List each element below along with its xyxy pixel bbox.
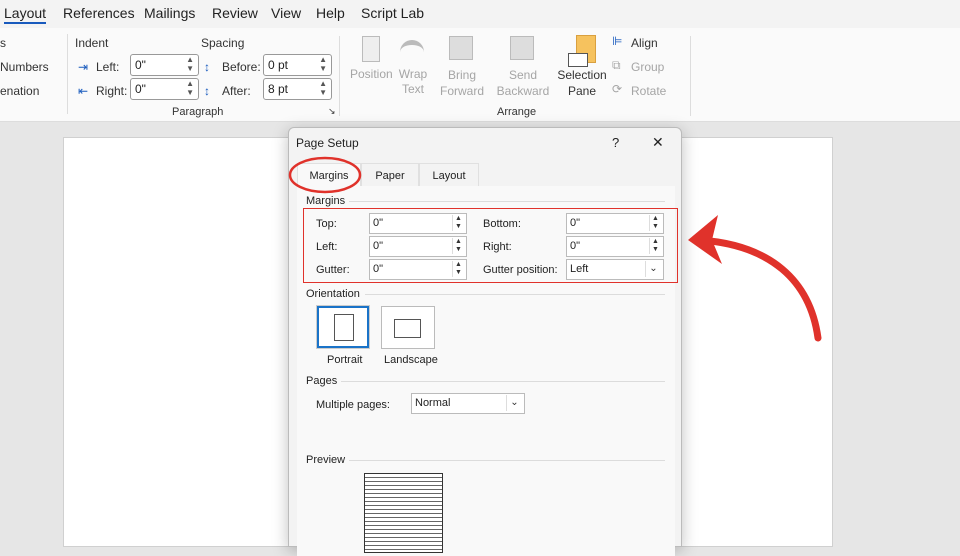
margins-tab-circle <box>288 156 362 194</box>
annotation-overlay <box>288 156 822 342</box>
